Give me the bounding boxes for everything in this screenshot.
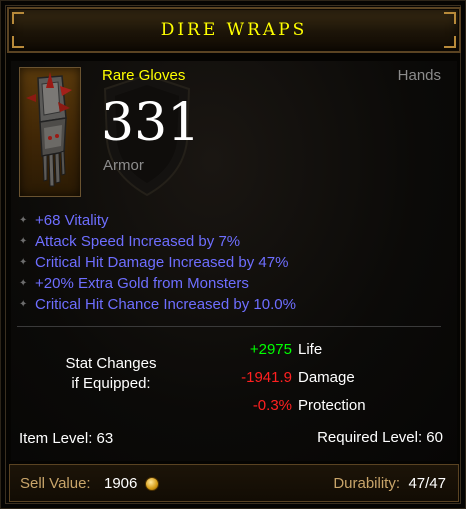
item-level: Item Level: 63: [19, 430, 114, 447]
affix-item: ✦ Attack Speed Increased by 7%: [17, 232, 296, 253]
bullet-diamond-icon: ✦: [19, 278, 28, 289]
affix-text: +20% Extra Gold from Monsters: [35, 275, 249, 292]
sell-value-label: Sell Value:: [20, 475, 91, 492]
bullet-diamond-icon: ✦: [19, 236, 28, 247]
item-name: DIRE WRAPS: [160, 20, 308, 40]
affix-item: ✦ Critical Hit Chance Increased by 10.0%: [17, 295, 296, 316]
item-rarity-type: Rare Gloves: [102, 67, 186, 84]
stat-change-label: Protection: [298, 397, 366, 414]
stat-change-row: -1941.9 Damage: [181, 367, 441, 389]
bullet-diamond-icon: ✦: [19, 257, 28, 268]
tooltip-header: DIRE WRAPS: [7, 7, 461, 53]
tooltip-body: Rare Gloves Hands 331 Armor ✦ +68 Vitalit…: [11, 61, 457, 461]
armor-label: Armor: [103, 157, 144, 174]
affix-text: Attack Speed Increased by 7%: [35, 233, 241, 250]
section-divider: [17, 326, 441, 327]
stat-change-label: Life: [298, 341, 323, 358]
stat-changes-label: Stat Changes if Equipped:: [51, 354, 171, 394]
gauntlet-icon: [26, 72, 72, 187]
affix-text: Critical Hit Damage Increased by 47%: [35, 254, 289, 271]
bullet-diamond-icon: ✦: [19, 215, 28, 226]
stat-changes-line1: Stat Changes: [65, 355, 157, 372]
affix-text: Critical Hit Chance Increased by 10.0%: [35, 296, 296, 313]
gold-coin-icon: [145, 477, 159, 491]
required-level: Required Level: 60: [317, 429, 443, 446]
stat-change-value: -1941.9: [241, 369, 292, 386]
durability-label: Durability:: [333, 475, 400, 492]
stat-change-value: +2975: [249, 341, 292, 358]
armor-value: 331: [101, 93, 201, 153]
durability-value: 47/47: [408, 475, 446, 492]
item-slot: Hands: [397, 67, 441, 84]
tooltip-footer: Sell Value: 1906 Durability: 47/47: [9, 464, 459, 502]
affix-list: ✦ +68 Vitality ✦ Attack Speed Increased by…: [17, 211, 296, 316]
affix-item: ✦ +20% Extra Gold from Monsters: [17, 274, 296, 295]
stat-change-row: -0.3% Protection: [181, 395, 441, 417]
stat-changes-line2: if Equipped:: [71, 375, 151, 392]
stat-change-value: -0.3%: [252, 397, 292, 414]
stat-change-row: +2975 Life: [181, 339, 441, 361]
affix-item: ✦ Critical Hit Damage Increased by 47%: [17, 253, 296, 274]
affix-item: ✦ +68 Vitality: [17, 211, 296, 232]
affix-text: +68 Vitality: [35, 212, 109, 229]
stat-change-label: Damage: [298, 369, 355, 386]
item-icon-frame: [19, 67, 81, 197]
item-tooltip: DIRE WRAPS Rare Gloves Hands 331 Armor ✦…: [0, 0, 466, 509]
bullet-diamond-icon: ✦: [19, 299, 28, 310]
sell-value: 1906: [104, 475, 138, 492]
